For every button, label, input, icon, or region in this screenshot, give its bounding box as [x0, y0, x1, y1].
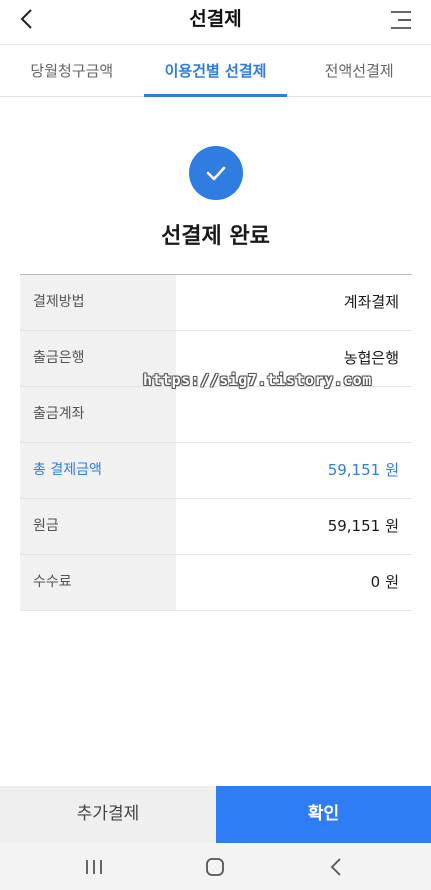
table-row: 원금 59,151 원	[20, 499, 412, 555]
table-row: 출금계좌	[20, 387, 412, 443]
system-navigation-bar	[0, 843, 431, 890]
row-label: 총 결제금액	[20, 443, 176, 498]
bottom-action-bar: 추가결제 확인	[0, 786, 431, 843]
tab-monthly-billing[interactable]: 당월청구금액	[0, 45, 144, 96]
add-payment-button[interactable]: 추가결제	[0, 786, 216, 843]
header: 선결제	[0, 0, 431, 44]
recent-apps-icon[interactable]	[79, 853, 109, 881]
tab-full-prepay[interactable]: 전액선결제	[287, 45, 431, 96]
row-value	[176, 387, 412, 442]
row-label: 원금	[20, 499, 176, 554]
table-row-total: 총 결제금액 59,151 원	[20, 443, 412, 499]
unit-text: 원	[385, 573, 399, 591]
tab-per-transaction-prepay[interactable]: 이용건별 선결제	[143, 45, 288, 97]
value-text: 0	[370, 573, 381, 591]
row-value: 계좌결제	[176, 275, 412, 330]
value-text: 59,151	[327, 461, 381, 479]
value-text: 59,151	[327, 517, 381, 535]
row-value: 59,151 원	[176, 443, 412, 498]
unit-text: 원	[385, 461, 399, 479]
menu-icon[interactable]	[389, 9, 413, 31]
check-icon	[189, 146, 243, 200]
completion-title: 선결제 완료	[161, 224, 270, 249]
value-text: 계좌결제	[343, 293, 399, 311]
unit-text: 원	[385, 517, 399, 535]
row-value: 0원	[176, 555, 412, 610]
payment-details-table: 결제방법 계좌결제 출금은행 농협은행 출금계좌 총 결제금액 59,151 원 …	[20, 274, 412, 611]
confirm-button[interactable]: 확인	[216, 786, 431, 843]
value-text: 농협은행	[343, 349, 399, 367]
row-label: 출금계좌	[20, 387, 176, 442]
table-row: 수수료 0원	[20, 555, 412, 611]
table-row: 결제방법 계좌결제	[20, 275, 412, 331]
back-nav-icon[interactable]	[321, 853, 351, 881]
watermark-text: https://sig7.tistory.com	[143, 371, 372, 389]
row-label: 수수료	[20, 555, 176, 610]
tab-bar: 당월청구금액 이용건별 선결제 전액선결제	[0, 44, 431, 97]
page-title: 선결제	[189, 8, 242, 30]
row-value: 59,151 원	[176, 499, 412, 554]
row-label: 결제방법	[20, 275, 176, 330]
home-icon[interactable]	[200, 853, 230, 881]
